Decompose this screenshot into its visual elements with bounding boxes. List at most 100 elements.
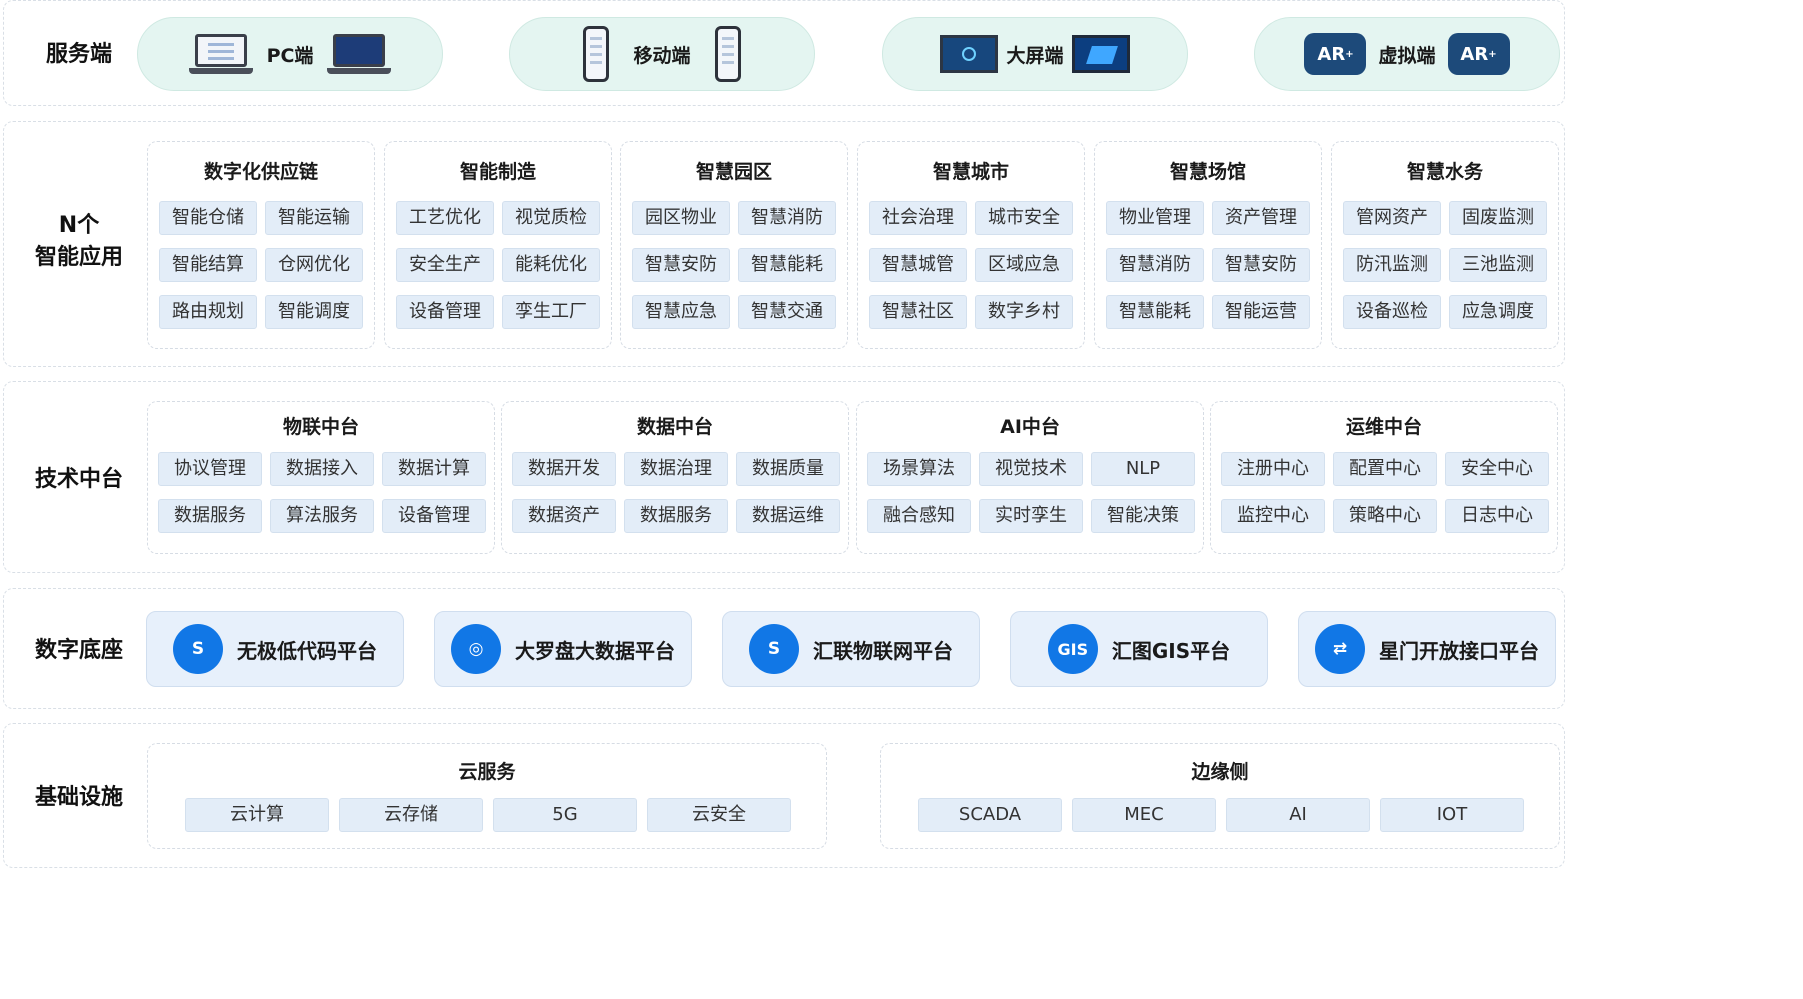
app-chip[interactable]: 管网资产 (1343, 201, 1441, 235)
tech-chip[interactable]: 协议管理 (158, 452, 262, 486)
infra-chip[interactable]: IOT (1380, 798, 1524, 832)
app-chip[interactable]: 智能运输 (265, 201, 363, 235)
platform-card[interactable]: ◎ 大罗盘大数据平台 (434, 611, 692, 687)
ar-icon: AR + (1304, 33, 1367, 75)
clients-row-label: 服务端 (45, 42, 112, 67)
tech-chip[interactable]: 数据开发 (512, 452, 616, 486)
laptop-dark-icon (327, 34, 392, 74)
app-chip[interactable]: 智慧安防 (632, 248, 730, 282)
tech-chip[interactable]: 实时孪生 (979, 499, 1083, 533)
infra-chip[interactable]: 云存储 (339, 798, 483, 832)
app-chip[interactable]: 数字乡村 (975, 295, 1073, 329)
app-chip[interactable]: 城市安全 (975, 201, 1073, 235)
ar-icon: AR + (1447, 33, 1510, 75)
tech-chip[interactable]: 数据服务 (158, 499, 262, 533)
client-pc-label: PC端 (266, 44, 314, 67)
app-chip[interactable]: 设备巡检 (1343, 295, 1441, 329)
platform-card[interactable]: GIS 汇图GIS平台 (1010, 611, 1268, 687)
iot-link-icon: S (749, 624, 799, 674)
app-chip[interactable]: 能耗优化 (502, 248, 600, 282)
tech-group-title: 物联中台 (282, 416, 359, 438)
app-chip[interactable]: 仓网优化 (265, 248, 363, 282)
tech-chip[interactable]: 视觉技术 (979, 452, 1083, 486)
big-screen-icon (940, 35, 999, 73)
client-virtual[interactable]: AR + 虚拟端 AR + (1254, 17, 1560, 91)
client-mobile[interactable]: 移动端 (509, 17, 815, 91)
infra-chip[interactable]: 云计算 (185, 798, 329, 832)
clients-band: 服务端 PC端 移动端 大屏端 AR + 虚拟端 AR + (3, 0, 1565, 106)
app-chip[interactable]: 孪生工厂 (502, 295, 600, 329)
app-chip[interactable]: 安全生产 (396, 248, 494, 282)
app-chip[interactable]: 区域应急 (975, 248, 1073, 282)
app-chip[interactable]: 智能调度 (265, 295, 363, 329)
app-chip[interactable]: 智慧能耗 (738, 248, 836, 282)
tech-chip[interactable]: 策略中心 (1333, 499, 1437, 533)
app-chip[interactable]: 物业管理 (1106, 201, 1204, 235)
tech-chip[interactable]: 智能决策 (1091, 499, 1195, 533)
app-chip[interactable]: 智慧城管 (869, 248, 967, 282)
app-chip[interactable]: 智慧交通 (738, 295, 836, 329)
app-chip[interactable]: 智慧消防 (1106, 248, 1204, 282)
app-chip[interactable]: 智慧社区 (869, 295, 967, 329)
app-group: 智慧城市社会治理 城市安全 智慧城管 区域应急 智慧社区 数字乡村 (857, 141, 1085, 349)
infra-chip[interactable]: MEC (1072, 798, 1216, 832)
tech-chip[interactable]: 配置中心 (1333, 452, 1437, 486)
client-pc[interactable]: PC端 (137, 17, 443, 91)
app-chip[interactable]: 防汛监测 (1343, 248, 1441, 282)
app-chip[interactable]: 智能仓储 (159, 201, 257, 235)
tech-chip[interactable]: 监控中心 (1221, 499, 1325, 533)
tech-chip[interactable]: 数据质量 (736, 452, 840, 486)
tech-group: 运维中台 注册中心 配置中心 安全中心 监控中心 策略中心 日志中心 (1210, 401, 1558, 554)
tech-chip[interactable]: 数据服务 (624, 499, 728, 533)
tech-chip[interactable]: 数据资产 (512, 499, 616, 533)
tech-chip[interactable]: 数据接入 (270, 452, 374, 486)
platform-card[interactable]: ⇄ 星门开放接口平台 (1298, 611, 1556, 687)
app-chip[interactable]: 智慧能耗 (1106, 295, 1204, 329)
app-chip[interactable]: 社会治理 (869, 201, 967, 235)
app-group-title: 智慧城市 (932, 161, 1009, 183)
infra-group: 云服务 云计算 云存储 5G 云安全 (147, 743, 827, 849)
platform-label: 汇图GIS平台 (1111, 638, 1231, 663)
app-chip[interactable]: 资产管理 (1212, 201, 1310, 235)
infra-group: 边缘侧 SCADA MEC AI IOT (880, 743, 1560, 849)
app-chip[interactable]: 智慧安防 (1212, 248, 1310, 282)
infra-chip[interactable]: AI (1226, 798, 1370, 832)
tech-chip[interactable]: 数据治理 (624, 452, 728, 486)
app-chip[interactable]: 智能运营 (1212, 295, 1310, 329)
laptop-icon (188, 34, 253, 74)
platform-card[interactable]: S 无极低代码平台 (146, 611, 404, 687)
tech-chip[interactable]: 日志中心 (1445, 499, 1549, 533)
app-chip[interactable]: 应急调度 (1449, 295, 1547, 329)
lowcode-icon: S (173, 624, 223, 674)
architecture-diagram: 服务端 PC端 移动端 大屏端 AR + 虚拟端 AR + N个 智能应用 数字… (0, 0, 1568, 870)
platform-label: 大罗盘大数据平台 (515, 638, 675, 663)
tech-chip[interactable]: 数据计算 (382, 452, 486, 486)
app-group: 智慧园区 园区物业 智慧消防 智慧安防 智慧能耗 智慧应急 智慧交通 (620, 141, 848, 349)
app-chip[interactable]: 智慧应急 (632, 295, 730, 329)
tech-chip[interactable]: NLP (1091, 452, 1195, 486)
infra-chip[interactable]: 云安全 (647, 798, 791, 832)
app-chip[interactable]: 路由规划 (159, 295, 257, 329)
app-chip[interactable]: 三池监测 (1449, 248, 1547, 282)
app-chip[interactable]: 固废监测 (1449, 201, 1547, 235)
platform-card[interactable]: S 汇联物联网平台 (722, 611, 980, 687)
tech-chip[interactable]: 算法服务 (270, 499, 374, 533)
tech-group-title: 数据中台 (636, 416, 713, 438)
app-chip[interactable]: 智慧消防 (738, 201, 836, 235)
client-bigscreen[interactable]: 大屏端 (882, 17, 1188, 91)
app-chip[interactable]: 园区物业 (632, 201, 730, 235)
tech-chip[interactable]: 设备管理 (382, 499, 486, 533)
tech-chip[interactable]: 场景算法 (867, 452, 971, 486)
tech-chip[interactable]: 注册中心 (1221, 452, 1325, 486)
tech-chip[interactable]: 数据运维 (736, 499, 840, 533)
infra-chip[interactable]: SCADA (918, 798, 1062, 832)
app-chip[interactable]: 设备管理 (396, 295, 494, 329)
infra-chip[interactable]: 5G (493, 798, 637, 832)
app-chip[interactable]: 工艺优化 (396, 201, 494, 235)
tech-chip[interactable]: 安全中心 (1445, 452, 1549, 486)
app-chip[interactable]: 视觉质检 (502, 201, 600, 235)
app-chip[interactable]: 智能结算 (159, 248, 257, 282)
tech-chip[interactable]: 融合感知 (867, 499, 971, 533)
phone-icon (714, 26, 741, 82)
app-group-title: 数字化供应链 (203, 161, 318, 183)
